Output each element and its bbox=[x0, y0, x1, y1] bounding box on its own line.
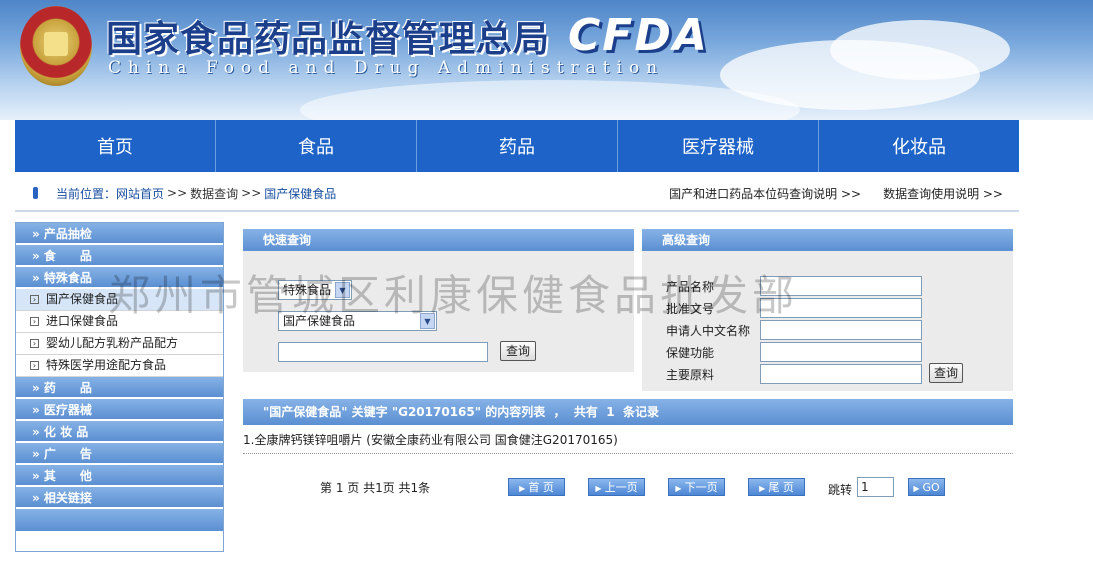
category-select-value: 特殊食品 bbox=[283, 283, 332, 297]
play-icon: ▶ bbox=[519, 484, 526, 493]
field-label-approval-no: 批准文号 bbox=[666, 302, 715, 316]
sidebar-item-related-links[interactable]: » 相关链接 bbox=[16, 487, 223, 509]
nav-food[interactable]: 食品 bbox=[216, 120, 417, 172]
prev-page-button[interactable]: ▶ 上一页 bbox=[588, 478, 645, 496]
page-info: 第 1 页 共1页 共1条 bbox=[320, 481, 431, 495]
advanced-search-button[interactable]: 查询 bbox=[929, 363, 963, 383]
nav-home[interactable]: 首页 bbox=[15, 120, 216, 172]
site-title-en: China Food and Drug Administration bbox=[108, 58, 665, 78]
health-function-input[interactable] bbox=[760, 342, 922, 362]
last-page-button[interactable]: ▶ 尾 页 bbox=[748, 478, 805, 496]
result-item[interactable]: 1.全康牌钙镁锌咀嚼片 (安徽全康药业有限公司 国食健注G20170165) bbox=[243, 431, 618, 448]
header-banner: 国家食品药品监督管理总局 China Food and Drug Adminis… bbox=[0, 0, 1093, 120]
applicant-input[interactable] bbox=[760, 320, 922, 340]
first-page-label: 首 页 bbox=[528, 481, 554, 494]
ingredients-input[interactable] bbox=[760, 364, 922, 384]
prev-page-label: 上一页 bbox=[604, 481, 638, 494]
breadcrumb-separator: >> bbox=[241, 186, 262, 200]
sidebar-item-other[interactable]: » 其 他 bbox=[16, 465, 223, 487]
category-select[interactable]: 特殊食品 ▼ bbox=[278, 280, 352, 300]
breadcrumb-current[interactable]: 国产保健食品 bbox=[264, 185, 336, 202]
sidebar-item-advertising[interactable]: » 广 告 bbox=[16, 443, 223, 465]
cfda-logo: CFDA bbox=[568, 10, 709, 61]
advanced-search-title: 高级查询 bbox=[642, 229, 1013, 251]
field-label-ingredients: 主要原料 bbox=[666, 368, 715, 382]
go-label: GO bbox=[922, 481, 940, 494]
divider bbox=[15, 210, 1019, 212]
sidebar-sub-infant-formula[interactable]: › 婴幼儿配方乳粉产品配方 bbox=[16, 333, 223, 355]
play-icon: ▶ bbox=[759, 484, 766, 493]
nav-cosmetics[interactable]: 化妆品 bbox=[819, 120, 1019, 172]
expand-box-icon: › bbox=[30, 339, 39, 348]
help-links: 国产和进口药品本位码查询说明 >> 数据查询使用说明 >> bbox=[669, 185, 1003, 202]
chevron-down-icon: ▼ bbox=[420, 313, 435, 329]
breadcrumb: 当前位置： 网站首页 >> 数据查询 >> 国产保健食品 国产和进口药品本位码查… bbox=[15, 180, 1019, 206]
field-label-applicant: 申请人中文名称 bbox=[666, 324, 751, 338]
sidebar-item-drugs[interactable]: » 药 品 bbox=[16, 377, 223, 399]
sidebar-item-cosmetics[interactable]: » 化 妆 品 bbox=[16, 421, 223, 443]
expand-box-icon: › bbox=[30, 361, 39, 370]
quick-search-input[interactable] bbox=[278, 342, 488, 362]
next-page-button[interactable]: ▶ 下一页 bbox=[668, 478, 725, 496]
cloud-decoration bbox=[830, 20, 1010, 80]
expand-box-icon: › bbox=[30, 317, 39, 326]
play-icon: ▶ bbox=[913, 484, 920, 493]
sidebar-sub-imported-health-food[interactable]: › 进口保健食品 bbox=[16, 311, 223, 333]
field-label-function: 保健功能 bbox=[666, 346, 715, 360]
play-icon: ▶ bbox=[675, 484, 682, 493]
breadcrumb-separator: >> bbox=[167, 186, 188, 200]
sidebar-footer bbox=[16, 509, 223, 531]
national-emblem-icon bbox=[20, 6, 92, 86]
approval-no-input[interactable] bbox=[760, 298, 922, 318]
sidebar-item-product-sampling[interactable]: » 产品抽检 bbox=[16, 223, 223, 245]
sidebar-sub-label: 婴幼儿配方乳粉产品配方 bbox=[46, 336, 179, 350]
sidebar-sub-label: 特殊医学用途配方食品 bbox=[46, 358, 167, 372]
next-page-label: 下一页 bbox=[684, 481, 718, 494]
first-page-button[interactable]: ▶ 首 页 bbox=[508, 478, 565, 496]
field-label-product-name: 产品名称 bbox=[666, 280, 715, 294]
jump-page-input[interactable]: 1 bbox=[857, 477, 894, 497]
quick-search-title: 快速查询 bbox=[243, 229, 634, 251]
sidebar-sub-label: 国产保健食品 bbox=[46, 292, 119, 306]
data-query-help-link[interactable]: 数据查询使用说明 >> bbox=[883, 185, 1003, 202]
divider bbox=[243, 453, 1013, 454]
sidebar-sub-label: 进口保健食品 bbox=[46, 314, 119, 328]
sidebar-sub-domestic-health-food[interactable]: › 国产保健食品 bbox=[16, 289, 223, 311]
main-nav: 首页 食品 药品 医疗器械 化妆品 bbox=[15, 120, 1019, 172]
go-button[interactable]: ▶ GO bbox=[908, 478, 945, 496]
nav-drugs[interactable]: 药品 bbox=[417, 120, 618, 172]
breadcrumb-data-query[interactable]: 数据查询 bbox=[190, 185, 238, 202]
location-pin-icon bbox=[33, 187, 38, 199]
breadcrumb-label: 当前位置： bbox=[56, 186, 117, 201]
product-name-input[interactable] bbox=[760, 276, 922, 296]
last-page-label: 尾 页 bbox=[768, 481, 794, 494]
sidebar-item-medical-devices[interactable]: » 医疗器械 bbox=[16, 399, 223, 421]
expand-box-icon: › bbox=[30, 295, 39, 304]
jump-label: 跳转 bbox=[828, 483, 853, 497]
chevron-down-icon: ▼ bbox=[335, 282, 350, 298]
sidebar-item-food[interactable]: » 食 品 bbox=[16, 245, 223, 267]
play-icon: ▶ bbox=[595, 484, 602, 493]
quick-search-button[interactable]: 查询 bbox=[500, 341, 536, 361]
breadcrumb-home[interactable]: 网站首页 bbox=[116, 185, 164, 202]
sidebar: » 产品抽检 » 食 品 » 特殊食品 › 国产保健食品 › 进口保健食品 › … bbox=[15, 222, 224, 552]
sidebar-item-special-food[interactable]: » 特殊食品 bbox=[16, 267, 223, 289]
results-header: "国产保健食品" 关键字 "G20170165" 的内容列表 ， 共有 1 条记… bbox=[243, 399, 1013, 425]
site-title-cn: 国家食品药品监督管理总局 bbox=[106, 18, 551, 60]
nav-medical-devices[interactable]: 医疗器械 bbox=[618, 120, 819, 172]
sidebar-sub-medical-food[interactable]: › 特殊医学用途配方食品 bbox=[16, 355, 223, 377]
drug-code-help-link[interactable]: 国产和进口药品本位码查询说明 >> bbox=[669, 185, 861, 202]
subcategory-select[interactable]: 国产保健食品 ▼ bbox=[278, 311, 437, 331]
subcategory-select-value: 国产保健食品 bbox=[283, 314, 356, 328]
cloud-decoration bbox=[300, 80, 800, 120]
